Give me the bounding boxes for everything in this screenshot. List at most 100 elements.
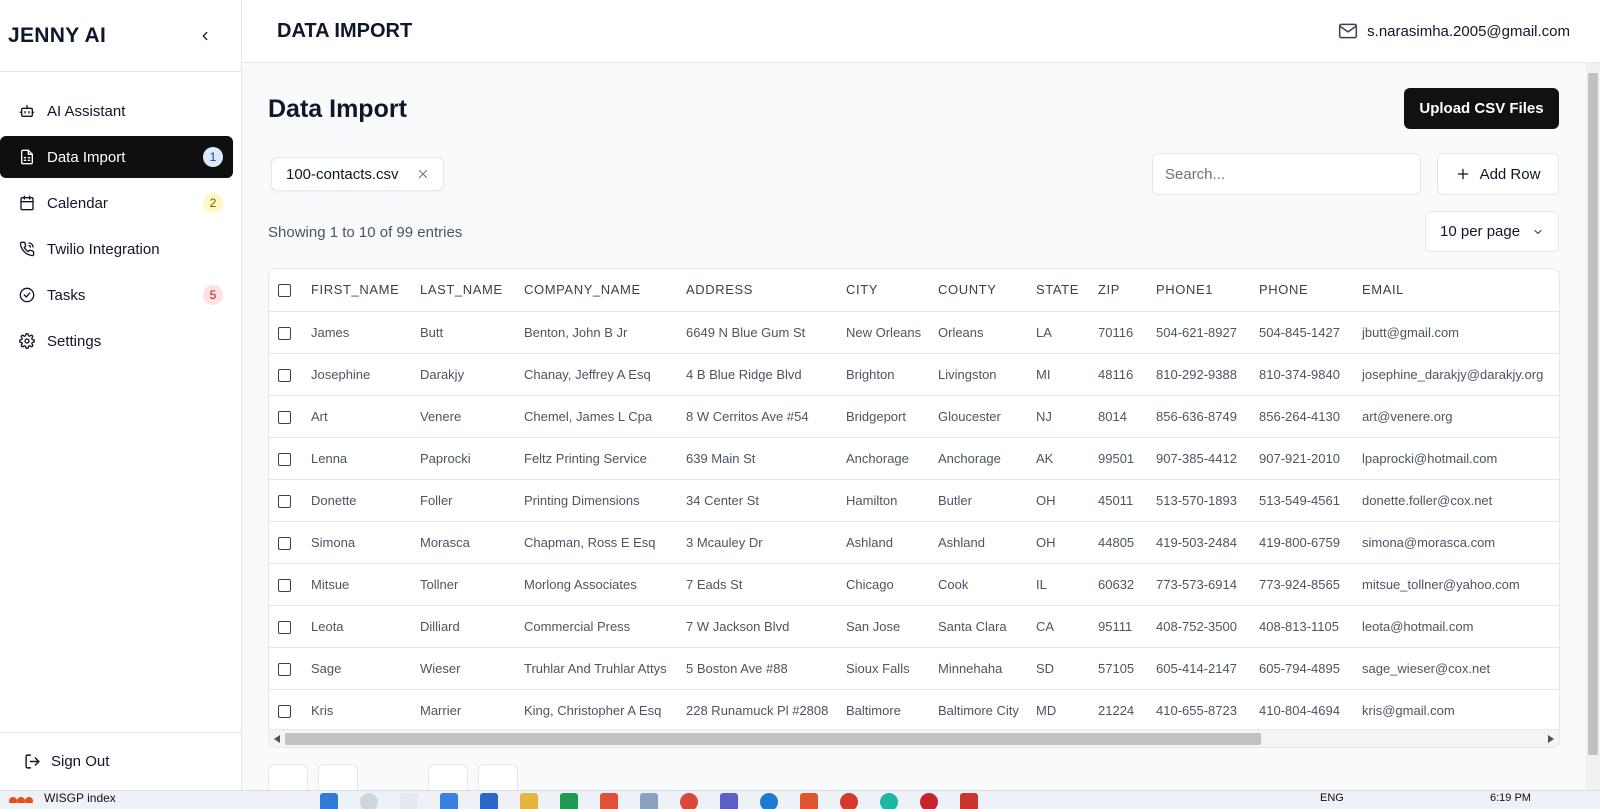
per-page-select[interactable]: 10 per page (1425, 211, 1559, 252)
table-cell-county[interactable]: Butler (930, 479, 1028, 522)
screen-icon[interactable] (640, 793, 658, 809)
search-input[interactable] (1152, 153, 1421, 195)
table-cell-company-name[interactable]: Chemel, James L Cpa (516, 395, 678, 438)
column-header[interactable]: COUNTY (930, 269, 1028, 312)
table-row[interactable]: Leota Dilliard Commercial Press 7 W Jackson… (269, 605, 1559, 648)
table-cell-state[interactable]: CA (1028, 605, 1090, 648)
table-cell-email[interactable]: art@venere.org (1354, 395, 1559, 438)
table-cell-last-name[interactable]: Morasca (412, 521, 516, 564)
table-cell-state[interactable]: IL (1028, 563, 1090, 606)
table-cell-phone1[interactable]: 419-503-2484 (1148, 521, 1251, 564)
table-cell-phone1[interactable]: 773-573-6914 (1148, 563, 1251, 606)
table-row[interactable]: Kris Marrier King, Christopher A Esq 228 Ru… (269, 689, 1559, 731)
table-cell-zip[interactable]: 70116 (1090, 311, 1148, 354)
table-cell-last-name[interactable]: Foller (412, 479, 516, 522)
table-row[interactable]: Mitsue Tollner Morlong Associates 7 Eads St… (269, 563, 1559, 606)
table-cell-address[interactable]: 639 Main St (678, 437, 838, 480)
table-cell-county[interactable]: Anchorage (930, 437, 1028, 480)
table-cell-city[interactable]: Brighton (838, 353, 930, 396)
scroll-left-arrow[interactable] (271, 733, 283, 745)
next-page-button[interactable] (428, 764, 468, 790)
table-cell-last-name[interactable]: Marrier (412, 689, 516, 731)
table-cell-email[interactable]: mitsue_tollner@yahoo.com (1354, 563, 1559, 606)
row-checkbox[interactable] (278, 494, 291, 508)
teams-icon[interactable] (720, 793, 738, 809)
table-cell-city[interactable]: Sioux Falls (838, 647, 930, 690)
file-icon[interactable] (400, 793, 418, 809)
chrome-icon[interactable] (680, 793, 698, 809)
table-cell-phone[interactable]: 773-924-8565 (1251, 563, 1354, 606)
table-cell-phone[interactable]: 504-845-1427 (1251, 311, 1354, 354)
table-row[interactable]: James Butt Benton, John B Jr 6649 N Blue Gu… (269, 311, 1559, 354)
table-cell-phone[interactable]: 810-374-9840 (1251, 353, 1354, 396)
clock[interactable]: 6:19 PM (1490, 792, 1531, 804)
table-cell-address[interactable]: 8 W Cerritos Ave #54 (678, 395, 838, 438)
language-indicator[interactable]: ENG (1320, 792, 1344, 804)
select-all-checkbox[interactable] (278, 284, 291, 298)
table-cell-phone[interactable]: 408-813-1105 (1251, 605, 1354, 648)
sheets-icon[interactable] (560, 793, 578, 809)
table-cell-first-name[interactable]: Sage (305, 647, 412, 690)
row-checkbox[interactable] (278, 452, 291, 466)
grid-app-icon[interactable] (480, 793, 498, 809)
table-cell-phone[interactable]: 605-794-4895 (1251, 647, 1354, 690)
table-cell-county[interactable]: Gloucester (930, 395, 1028, 438)
table-cell-zip[interactable]: 95111 (1090, 605, 1148, 648)
table-cell-phone1[interactable]: 504-621-8927 (1148, 311, 1251, 354)
table-cell-email[interactable]: leota@hotmail.com (1354, 605, 1559, 648)
table-cell-first-name[interactable]: Mitsue (305, 563, 412, 606)
table-cell-address[interactable]: 4 B Blue Ridge Blvd (678, 353, 838, 396)
table-cell-email[interactable]: lpaprocki@hotmail.com (1354, 437, 1559, 480)
table-cell-city[interactable]: New Orleans (838, 311, 930, 354)
search-icon[interactable] (360, 793, 378, 809)
column-header[interactable]: STATE (1028, 269, 1090, 312)
table-row[interactable]: Art Venere Chemel, James L Cpa 8 W Cerritos… (269, 395, 1559, 438)
table-cell-county[interactable]: Orleans (930, 311, 1028, 354)
vertical-scrollbar-thumb[interactable] (1588, 73, 1598, 755)
table-cell-county[interactable]: Ashland (930, 521, 1028, 564)
table-cell-first-name[interactable]: Lenna (305, 437, 412, 480)
table-cell-company-name[interactable]: Morlong Associates (516, 563, 678, 606)
table-cell-county[interactable]: Livingston (930, 353, 1028, 396)
table-cell-address[interactable]: 6649 N Blue Gum St (678, 311, 838, 354)
file-tab[interactable]: 100-contacts.csv (271, 157, 444, 191)
column-header[interactable]: LAST_NAME (412, 269, 516, 312)
row-checkbox[interactable] (278, 578, 291, 592)
table-row[interactable]: Simona Morasca Chapman, Ross E Esq 3 Mcaule… (269, 521, 1559, 564)
table-cell-last-name[interactable]: Dilliard (412, 605, 516, 648)
office-icon[interactable] (600, 793, 618, 809)
table-scroll-area[interactable]: FIRST_NAME LAST_NAME COMPANY_NAME ADDRES… (269, 269, 1559, 731)
column-header[interactable]: ZIP (1090, 269, 1148, 312)
first-page-button[interactable] (268, 764, 308, 790)
table-cell-city[interactable]: Bridgeport (838, 395, 930, 438)
scrollbar-thumb[interactable] (285, 733, 1261, 745)
windows-start-icon[interactable] (320, 793, 338, 809)
green-app-icon[interactable] (880, 793, 898, 809)
sidebar-item-ai-assistant[interactable]: AI Assistant (0, 90, 233, 132)
last-page-button[interactable] (478, 764, 518, 790)
table-cell-company-name[interactable]: Chanay, Jeffrey A Esq (516, 353, 678, 396)
table-cell-address[interactable]: 7 Eads St (678, 563, 838, 606)
row-checkbox[interactable] (278, 662, 291, 676)
store-icon[interactable] (440, 793, 458, 809)
table-cell-first-name[interactable]: Kris (305, 689, 412, 731)
table-cell-phone[interactable]: 513-549-4561 (1251, 479, 1354, 522)
table-cell-state[interactable]: OH (1028, 479, 1090, 522)
table-cell-zip[interactable]: 57105 (1090, 647, 1148, 690)
table-cell-city[interactable]: Ashland (838, 521, 930, 564)
add-row-button[interactable]: Add Row (1437, 153, 1559, 195)
column-header[interactable]: CITY (838, 269, 930, 312)
table-cell-email[interactable]: sage_wieser@cox.net (1354, 647, 1559, 690)
table-cell-email[interactable]: kris@gmail.com (1354, 689, 1559, 731)
table-row[interactable]: Sage Wieser Truhlar And Truhlar Attys 5 Bos… (269, 647, 1559, 690)
table-cell-city[interactable]: Hamilton (838, 479, 930, 522)
sidebar-item-twilio-integration[interactable]: Twilio Integration (0, 228, 233, 270)
browser-icon[interactable] (840, 793, 858, 809)
table-cell-address[interactable]: 3 Mcauley Dr (678, 521, 838, 564)
sidebar-item-settings[interactable]: Settings (0, 320, 233, 362)
table-cell-state[interactable]: MD (1028, 689, 1090, 731)
table-cell-email[interactable]: jbutt@gmail.com (1354, 311, 1559, 354)
table-cell-company-name[interactable]: Printing Dimensions (516, 479, 678, 522)
table-cell-city[interactable]: San Jose (838, 605, 930, 648)
table-cell-phone1[interactable]: 810-292-9388 (1148, 353, 1251, 396)
